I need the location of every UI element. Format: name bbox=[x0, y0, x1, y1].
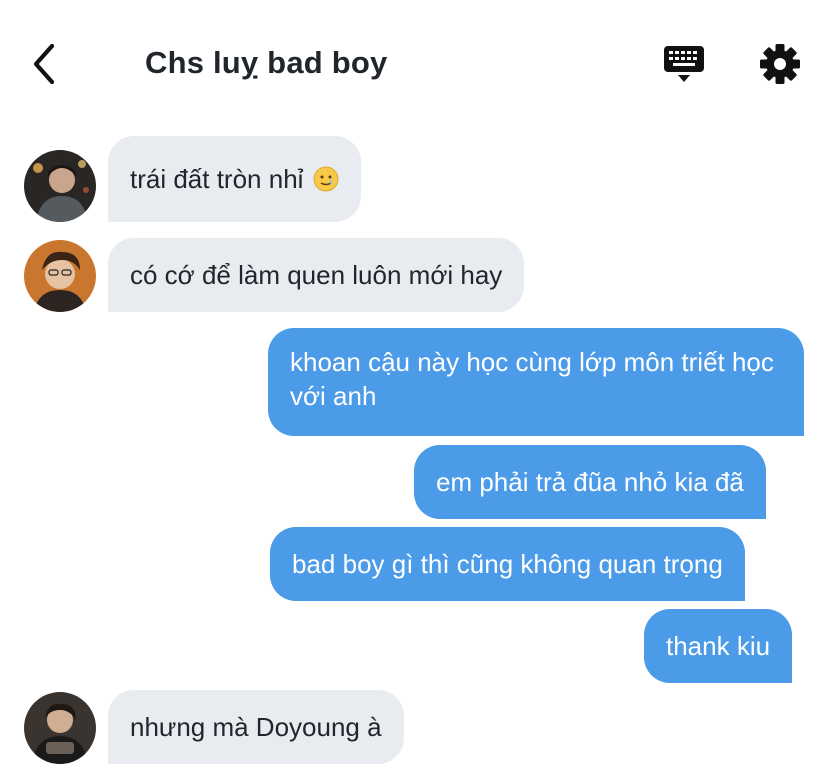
message-bubble-incoming[interactable]: trái đất tròn nhỉ bbox=[108, 136, 362, 222]
message-text: trái đất tròn nhỉ bbox=[130, 164, 304, 194]
message-text: thank kiu bbox=[666, 631, 771, 661]
smiling-tear-emoji-icon bbox=[313, 166, 339, 192]
avatar[interactable] bbox=[24, 150, 96, 222]
avatar-photo-2 bbox=[24, 240, 96, 312]
chat-screen: Chs luỵ bad boy trái đất tròn nhỉ có cớ … bbox=[0, 0, 828, 775]
back-button[interactable] bbox=[22, 40, 66, 88]
message-bubble-outgoing[interactable]: khoan cậu này học cùng lớp môn triết học… bbox=[268, 328, 804, 436]
message-bubble-outgoing[interactable]: em phải trả đũa nhỏ kia đã bbox=[414, 445, 766, 519]
message-text: khoan cậu này học cùng lớp môn triết học… bbox=[290, 347, 774, 411]
message-bubble-incoming[interactable]: nhưng mà Doyoung à bbox=[108, 690, 404, 764]
chat-header: Chs luỵ bad boy bbox=[0, 0, 828, 120]
avatar[interactable] bbox=[24, 692, 96, 764]
message-text: có cớ để làm quen luôn mới hay bbox=[130, 260, 503, 290]
message-bubble-outgoing[interactable]: bad boy gì thì cũng không quan trọng bbox=[270, 527, 745, 601]
message-text: bad boy gì thì cũng không quan trọng bbox=[292, 549, 723, 579]
message-bubble-outgoing[interactable]: thank kiu bbox=[644, 609, 793, 683]
keyboard-icon bbox=[664, 46, 704, 82]
message-text: nhưng mà Doyoung à bbox=[130, 712, 382, 742]
avatar-photo-3 bbox=[24, 692, 96, 764]
keyboard-button[interactable] bbox=[660, 42, 708, 88]
avatar-photo-1 bbox=[24, 150, 96, 222]
settings-button[interactable] bbox=[756, 40, 804, 88]
chat-title: Chs luỵ bad boy bbox=[145, 45, 388, 80]
gear-icon bbox=[760, 44, 800, 84]
message-bubble-incoming[interactable]: có cớ để làm quen luôn mới hay bbox=[108, 238, 525, 312]
chevron-left-icon bbox=[33, 43, 55, 85]
avatar[interactable] bbox=[24, 240, 96, 312]
message-text: em phải trả đũa nhỏ kia đã bbox=[436, 467, 744, 497]
